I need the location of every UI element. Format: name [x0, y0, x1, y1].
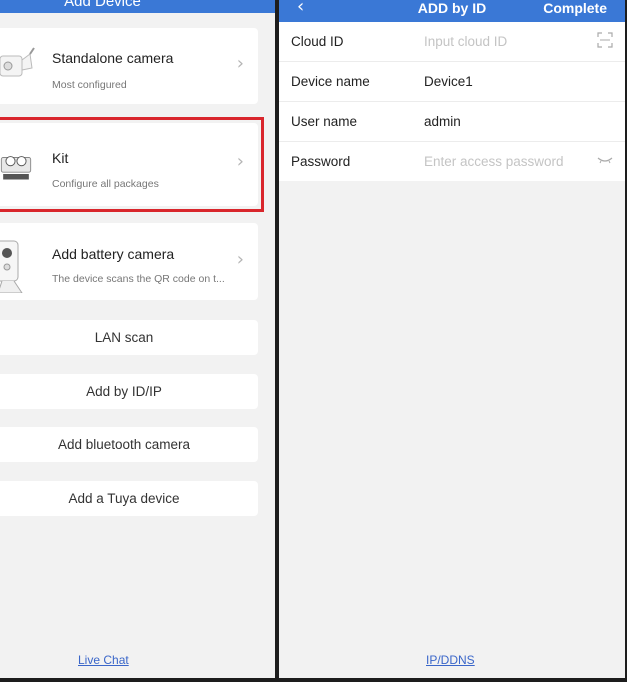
- password-input[interactable]: Enter access password: [424, 154, 564, 169]
- add-tuya-device-button[interactable]: Add a Tuya device: [0, 481, 258, 516]
- device-name-label: Device name: [291, 74, 370, 89]
- live-chat-link[interactable]: Live Chat: [78, 653, 129, 667]
- card-title: Add battery camera: [52, 246, 175, 262]
- ip-ddns-link[interactable]: IP/DDNS: [426, 653, 475, 667]
- chevron-right-icon: ›: [236, 249, 244, 270]
- add-device-header: Add Device: [0, 0, 275, 13]
- device-name-input[interactable]: Device1: [424, 74, 473, 89]
- cloud-id-label: Cloud ID: [291, 34, 344, 49]
- device-form: Cloud ID Input cloud ID Device name Devi…: [279, 22, 625, 181]
- scan-icon[interactable]: [597, 32, 613, 48]
- card-title: Standalone camera: [52, 50, 174, 66]
- add-device-screen: Add Device Standalone camera Most config…: [0, 0, 275, 682]
- screen-border-bottom: [0, 678, 627, 682]
- password-row: Password Enter access password: [279, 142, 625, 182]
- standalone-camera-card[interactable]: Standalone camera Most configured ›: [0, 28, 258, 104]
- add-by-id-header: ‹ ADD by ID Complete: [279, 0, 625, 22]
- card-subtitle: The device scans the QR code on t...: [52, 273, 225, 285]
- cloud-id-row: Cloud ID Input cloud ID: [279, 22, 625, 62]
- kit-highlight-frame: [0, 117, 264, 212]
- add-by-id-ip-button[interactable]: Add by ID/IP: [0, 374, 258, 409]
- device-name-row: Device name Device1: [279, 62, 625, 102]
- battery-camera-icon: [0, 240, 23, 293]
- eye-closed-icon[interactable]: [597, 152, 613, 168]
- user-name-label: User name: [291, 114, 358, 129]
- password-label: Password: [291, 154, 351, 169]
- header-title: Add Device: [64, 0, 141, 10]
- camera-icon: [0, 47, 35, 77]
- battery-camera-card[interactable]: Add battery camera The device scans the …: [0, 223, 258, 300]
- complete-button[interactable]: Complete: [543, 0, 607, 16]
- chevron-right-icon: ›: [236, 53, 244, 74]
- card-subtitle: Most configured: [52, 79, 127, 91]
- user-name-input[interactable]: admin: [424, 114, 461, 129]
- user-name-row: User name admin: [279, 102, 625, 142]
- add-by-id-screen: ‹ ADD by ID Complete Cloud ID Input clou…: [279, 0, 625, 682]
- add-bluetooth-camera-button[interactable]: Add bluetooth camera: [0, 427, 258, 462]
- screen-border: [625, 0, 627, 682]
- cloud-id-input[interactable]: Input cloud ID: [424, 34, 507, 49]
- lan-scan-button[interactable]: LAN scan: [0, 320, 258, 355]
